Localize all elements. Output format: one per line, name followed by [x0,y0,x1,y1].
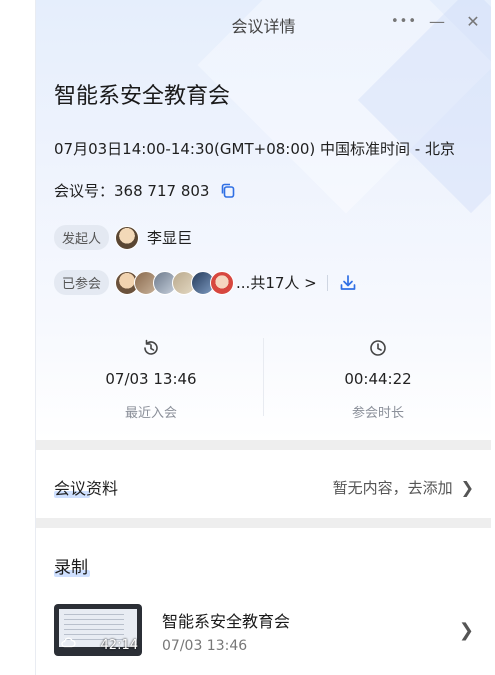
meeting-id-row: 会议号： 368 717 803 [54,180,237,201]
chevron-right-icon: ❯ [460,477,474,497]
download-icon[interactable] [338,273,358,293]
duration-label: 参会时长 [351,406,404,421]
avatar [115,225,140,250]
chevron-right-icon: ❯ [458,620,474,641]
recording-duration: 42:14 [100,638,138,653]
join-time-stat: 07/03 13:46 最近入会 [46,338,256,421]
divider [263,338,264,416]
materials-status: 暂无内容，去添加 [332,478,453,497]
join-time-label: 最近入会 [124,406,177,421]
add-materials-link[interactable]: 暂无内容，去添加 ❯ [333,477,474,498]
recording-time: 07/03 13:46 [162,638,248,654]
join-time-value: 07/03 13:46 [105,370,197,388]
materials-label: 会议资料 [54,475,118,499]
meeting-time: 07月03日14:00-14:30(GMT+08:00) 中国标准时间 - 北京 [54,140,455,158]
copy-icon[interactable] [219,182,237,200]
section-divider [36,518,491,528]
recording-title: 智能系安全教育会 [162,612,291,631]
meeting-id-label: 会议号： [54,182,115,200]
recording-section-title: 录制 [54,553,90,578]
close-button[interactable]: ✕ [461,8,485,36]
recording-label: 录制 [54,553,90,578]
more-options-button[interactable]: ••• [391,8,416,36]
section-divider [36,440,491,450]
cloud-icon [61,637,76,648]
minimize-button[interactable]: — [425,8,449,36]
meeting-detail-window: 会议详情 ••• — ✕ 智能系安全教育会 07月03日14:00-14:30(… [35,0,491,675]
clock-icon [370,340,386,356]
host-name: 李显巨 [147,229,193,247]
attendee-avatars[interactable] [115,270,235,295]
duration-value: 00:44:22 [344,370,412,388]
recording-thumbnail[interactable]: 42:14 [54,604,142,656]
duration-stat: 00:44:22 参会时长 [273,338,483,421]
avatar [210,270,235,295]
host-row: 发起人 李显巨 [54,225,192,250]
attendees-label: 已参会 [54,270,110,295]
recording-item[interactable]: 42:14 智能系安全教育会 07/03 13:46 ❯ [54,604,474,660]
meeting-materials-row[interactable]: 会议资料 暂无内容，去添加 ❯ [54,475,474,499]
meeting-id-value: 368 717 803 [114,181,210,200]
attendees-more-link[interactable]: ...共17人 > [236,272,317,293]
attendees-row: 已参会 ...共17人 > [54,270,358,295]
window-title: 会议详情 [231,17,296,36]
history-icon [144,339,158,355]
divider [326,274,328,291]
host-label: 发起人 [54,225,110,250]
header-panel: 会议详情 ••• — ✕ 智能系安全教育会 07月03日14:00-14:30(… [36,0,491,440]
meeting-title: 智能系安全教育会 [54,84,231,109]
